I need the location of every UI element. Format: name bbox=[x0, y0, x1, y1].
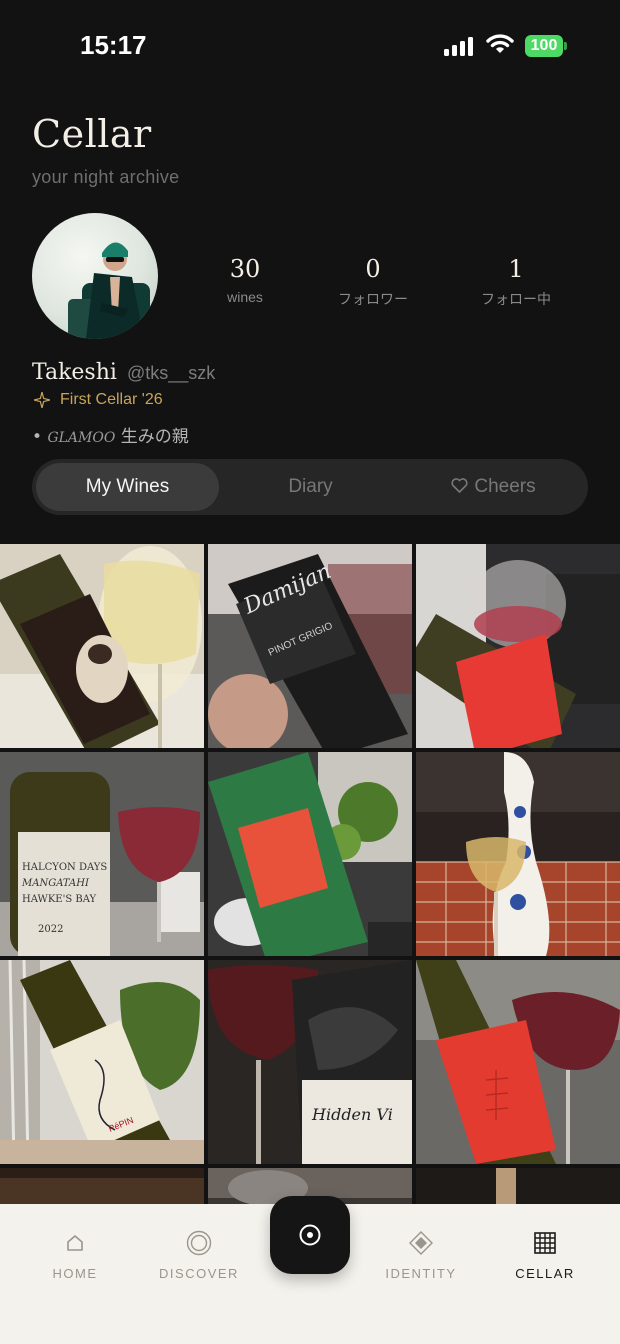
profile-badge: First Cellar '26 bbox=[34, 391, 163, 409]
status-time: 15:17 bbox=[80, 30, 147, 60]
stat-followers-value: 0 bbox=[365, 255, 381, 283]
status-bar: 15:17 100 bbox=[0, 0, 620, 92]
cellar-grid-icon bbox=[534, 1232, 556, 1254]
tab-my-wines[interactable]: My Wines bbox=[36, 463, 219, 511]
profile-name-row: Takeshi @tks__szk bbox=[32, 360, 215, 385]
bottle-label-halcyon-2: MANGATAHI bbox=[21, 878, 90, 889]
record-icon bbox=[299, 1224, 321, 1246]
avatar[interactable] bbox=[32, 213, 158, 339]
profile-name: Takeshi bbox=[32, 360, 117, 385]
wine-photo[interactable]: PéPIN bbox=[0, 960, 204, 1164]
stat-following-label: フォロー中 bbox=[481, 291, 551, 307]
tab-diary[interactable]: Diary bbox=[219, 463, 402, 511]
battery-level: 100 bbox=[525, 35, 563, 57]
page-subtitle: your night archive bbox=[32, 167, 180, 187]
wine-photo[interactable] bbox=[0, 544, 204, 748]
heart-icon bbox=[451, 478, 468, 493]
bottle-label-halcyon-1: HALCYON DAYS bbox=[22, 862, 107, 873]
tab-cheers[interactable]: Cheers bbox=[402, 463, 585, 511]
wine-photo[interactable] bbox=[0, 1168, 204, 1204]
wine-photo[interactable] bbox=[416, 752, 620, 956]
identity-icon bbox=[409, 1231, 433, 1255]
stat-following[interactable]: 1 フォロー中 bbox=[456, 255, 576, 309]
wine-photo-grid: Damijan PINOT GRIGIO HALCYON DAYS MANGAT… bbox=[0, 544, 620, 1204]
home-icon bbox=[67, 1235, 83, 1251]
wine-photo[interactable]: HALCYON DAYS MANGATAHI HAWKE'S BAY 2022 bbox=[0, 752, 204, 956]
nav-cellar-label: CELLAR bbox=[515, 1266, 575, 1281]
bottle-label-halcyon-year: 2022 bbox=[38, 924, 63, 935]
profile-bio: • GLAMOO 生みの親 bbox=[32, 422, 189, 447]
wine-photo[interactable]: Damijan PINOT GRIGIO bbox=[208, 544, 412, 748]
stat-followers[interactable]: 0 フォロワー bbox=[313, 255, 433, 309]
stat-wines[interactable]: 30 wines bbox=[185, 255, 305, 305]
nav-discover[interactable]: DISCOVER bbox=[144, 1228, 254, 1281]
nav-identity-label: IDENTITY bbox=[385, 1266, 457, 1281]
sparkle-icon bbox=[34, 392, 50, 408]
wine-photo[interactable] bbox=[416, 960, 620, 1164]
bio-bullet: • bbox=[32, 427, 43, 447]
stat-followers-label: フォロワー bbox=[338, 291, 408, 307]
stat-following-value: 1 bbox=[508, 255, 524, 283]
camera-capture-button[interactable] bbox=[270, 1196, 350, 1274]
wifi-icon bbox=[486, 34, 514, 53]
bottle-label-halcyon-3: HAWKE'S BAY bbox=[22, 894, 97, 905]
nav-identity[interactable]: IDENTITY bbox=[366, 1228, 476, 1281]
discover-icon bbox=[186, 1230, 212, 1256]
stat-wines-label: wines bbox=[227, 289, 263, 305]
wine-photo[interactable]: Hidden Vi bbox=[208, 960, 412, 1164]
wine-photo[interactable] bbox=[416, 544, 620, 748]
signal-icon bbox=[444, 36, 476, 56]
page-title: Cellar bbox=[32, 112, 152, 156]
profile-handle: @tks__szk bbox=[126, 363, 216, 383]
nav-home-label: HOME bbox=[52, 1266, 98, 1281]
nav-home[interactable]: HOME bbox=[20, 1228, 130, 1281]
segmented-tabs: My Wines Diary Cheers bbox=[32, 459, 588, 515]
bottle-label-hidden: Hidden Vi bbox=[311, 1105, 393, 1124]
stat-wines-value: 30 bbox=[229, 255, 261, 283]
nav-cellar[interactable]: CELLAR bbox=[490, 1228, 600, 1281]
bio-text: 生みの親 bbox=[120, 427, 189, 447]
tab-cheers-label: Cheers bbox=[474, 476, 536, 497]
wine-photo[interactable] bbox=[208, 752, 412, 956]
nav-discover-label: DISCOVER bbox=[159, 1266, 239, 1281]
wine-photo[interactable] bbox=[416, 1168, 620, 1204]
battery-icon: 100 bbox=[525, 35, 567, 57]
profile-badge-label: First Cellar '26 bbox=[60, 391, 163, 408]
bio-brand: GLAMOO bbox=[47, 430, 116, 446]
